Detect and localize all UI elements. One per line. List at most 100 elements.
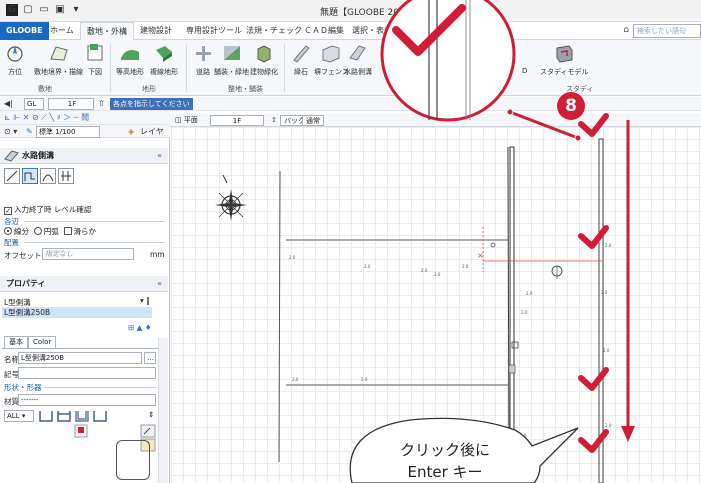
section-layout-label: 配置 <box>4 238 19 247</box>
waterway-gutter-button[interactable]: 水路側溝 <box>344 42 372 77</box>
pavement-icon <box>223 46 240 60</box>
canvas-floor-select[interactable]: 1F <box>210 115 264 126</box>
floor-up-icon[interactable]: ⇧ <box>98 98 105 110</box>
tab-site-exterior[interactable]: 敷地・外構 <box>80 22 134 40</box>
scroll-arrows-icon[interactable]: ⇕ <box>148 410 154 419</box>
offset-input[interactable]: 指定なし <box>42 248 134 260</box>
contour-terrain-button[interactable]: 等高地形 <box>116 42 144 77</box>
ribbon-group-grading: 整地・舗装 <box>228 85 263 93</box>
line-mode-button[interactable] <box>4 168 20 184</box>
back-arrow-icon[interactable]: ◀| <box>4 98 13 110</box>
drawing-canvas[interactable]: × 2.0 2.0 2.0 2.0 2.0 2.0 2.0 2.0 2.0 2.0 2.0 2.0 2.… <box>171 127 701 483</box>
quick-access-toolbar: G ▢ ▭ ▣ ▾ <box>6 4 82 16</box>
list-item[interactable]: L型側溝250B <box>2 307 152 318</box>
help-icon[interactable]: ⌂ <box>623 25 629 35</box>
view-options-icon[interactable]: ⊙ ▾ <box>4 126 17 138</box>
compound-terrain-button[interactable]: 複線地形 <box>150 42 178 77</box>
study-model-icon <box>556 45 573 63</box>
tab-home[interactable]: ホーム <box>44 22 80 40</box>
site-boundary-button[interactable]: 敷地境界・描線 <box>34 42 83 77</box>
open-folder-icon[interactable]: ▭ <box>38 4 50 16</box>
pen-icon[interactable]: ✎ <box>26 126 33 138</box>
orientation-button[interactable]: 方位 <box>4 42 26 77</box>
height-label: 2.0 <box>526 291 533 296</box>
ribbon: 方位 敷地境界・描線 下図 等高地形 複線地形 道路 舗装・緑地 建物緑化 縁石… <box>0 40 701 96</box>
gutter-icon <box>349 45 366 61</box>
filter-select[interactable]: ALL ▾ <box>4 410 34 422</box>
road-button[interactable]: 道路 <box>192 42 214 77</box>
ribbon-group-terrain: 地形 <box>142 85 156 93</box>
item-action-icons[interactable]: ⊞ ▲ ♦ <box>128 323 152 332</box>
underlay-button[interactable]: 下図 <box>84 42 106 77</box>
point-marker <box>511 341 519 349</box>
app-logo-icon[interactable]: G <box>6 4 18 16</box>
collapse-chevron-icon[interactable]: « <box>157 148 162 164</box>
name-input[interactable]: L型側溝250B <box>18 352 142 364</box>
tab-special-tools[interactable]: 専用設計ツール <box>180 22 248 40</box>
display-mode-select[interactable]: 通常 <box>302 115 324 126</box>
ribbon-button-d[interactable]: D <box>522 42 527 75</box>
edge-option-arc[interactable]: 円弧 <box>33 227 59 236</box>
study-model-button[interactable]: スタディモデル <box>540 42 589 77</box>
tab-building-design[interactable]: 建物設計 <box>134 22 178 40</box>
height-label: 2.0 <box>601 290 608 295</box>
pavement-greenery-button[interactable]: 舗装・緑地 <box>214 42 249 77</box>
tab-basic[interactable]: 基本 <box>4 336 28 348</box>
tab-select-display[interactable]: 選択・表示 <box>346 22 398 40</box>
arc-mode-button[interactable] <box>40 168 56 184</box>
layer-button[interactable]: レイヤ <box>140 126 164 138</box>
floor-select[interactable]: 1F <box>48 98 94 110</box>
canvas-floor-up-icon[interactable]: ⇧ <box>268 115 280 126</box>
properties-title: プロパティ <box>6 279 46 288</box>
material-select[interactable]: ------- <box>18 394 156 406</box>
title-bar: G ▢ ▭ ▣ ▾ 無題【GLOOBE 2023 <box>0 0 701 22</box>
shape-mode-group <box>4 168 84 184</box>
gutter-outline-left <box>509 146 515 483</box>
tab-cad-edit[interactable]: ＣＡＤ編集 <box>298 22 350 40</box>
gutter-tool-icon <box>4 150 19 162</box>
layer-icon[interactable]: ◈ <box>128 126 134 138</box>
height-label: 2.0 <box>421 268 428 273</box>
panel-scrollbar[interactable] <box>158 338 168 483</box>
draw-toolbar: ⊾ ⊩ ✕ ⊘ ⟋ ╲ ♯ ＞ ┈ 鬧 <box>0 111 170 125</box>
type-dropdown-icon[interactable]: ▾ ‖ <box>140 296 150 305</box>
floor-label-gl[interactable]: GL <box>24 98 44 110</box>
compound-terrain-icon <box>156 46 172 62</box>
curb-button[interactable]: 縁石 <box>290 42 312 77</box>
red-part-icon[interactable] <box>74 424 88 438</box>
tab-gloobe[interactable]: GLOOBE <box>0 22 49 40</box>
new-file-icon[interactable]: ▢ <box>22 4 34 16</box>
gutter-node <box>508 364 516 374</box>
boundary-icon <box>49 46 68 61</box>
confirm-level-checkbox[interactable]: ✓ 入力終了時 レベル確認 <box>4 204 91 215</box>
polyline-icon <box>24 172 35 181</box>
building-greening-button[interactable]: 建物緑化 <box>250 42 278 77</box>
scale-select[interactable]: 標準 1/100 <box>36 126 100 138</box>
tool-panel-header: 水路側溝 « <box>0 148 168 164</box>
quick-access-dropdown-icon[interactable]: ▾ <box>70 4 82 16</box>
building-greening-icon <box>257 45 271 63</box>
polyline-mode-button[interactable] <box>22 168 38 184</box>
callout-line-1: クリック後に <box>399 441 490 459</box>
parallel-mode-button[interactable] <box>58 168 74 184</box>
gutter-outline-right <box>598 138 604 483</box>
edge-option-segment[interactable]: 線分 <box>4 227 29 236</box>
save-icon[interactable]: ▣ <box>54 4 66 16</box>
symbol-input[interactable] <box>18 367 156 379</box>
ribbon-group-site: 敷地 <box>38 85 52 93</box>
vertical-line <box>507 146 510 483</box>
checkbox-icon <box>63 227 72 235</box>
edge-option-smooth[interactable]: 滑らか <box>63 227 96 236</box>
plan-view-tab[interactable]: ◫ 平面 <box>172 115 201 126</box>
gutter-shape-icons[interactable] <box>38 409 108 423</box>
tool-title: 水路側溝 <box>22 151 54 160</box>
search-input[interactable]: 検索したい語句 <box>633 24 701 38</box>
ribbon-separator <box>110 44 111 92</box>
draw-tools-icons[interactable]: ⊾ ⊩ ✕ ⊘ ⟋ ╲ ♯ ＞ ┈ 鬧 <box>4 112 89 124</box>
collapse-chevron-icon[interactable]: « <box>157 276 162 292</box>
tab-color[interactable]: Color <box>28 336 57 348</box>
step-number-badge: 8 <box>557 92 585 120</box>
shape-preview <box>116 440 150 480</box>
name-browse-button[interactable]: … <box>144 352 156 364</box>
height-label: 2.0 <box>520 433 527 438</box>
